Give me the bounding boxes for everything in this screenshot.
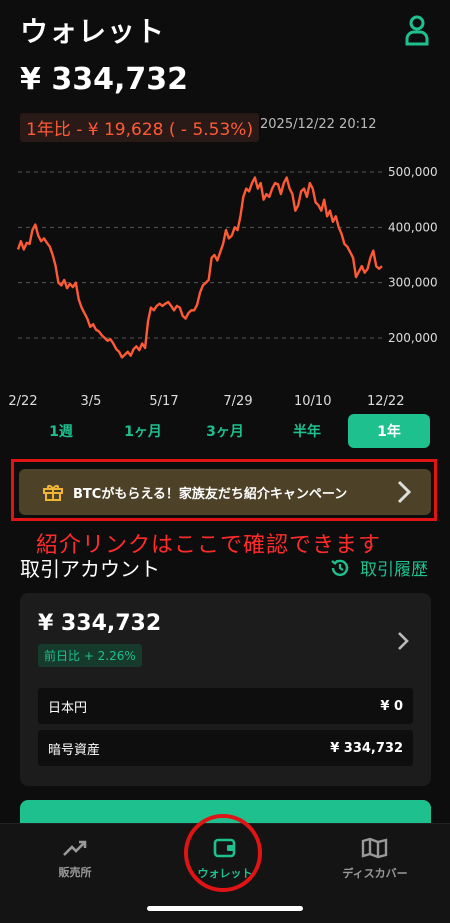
history-label: 取引履歴 — [360, 560, 428, 580]
history-icon — [331, 559, 349, 576]
chevron-right-icon — [398, 632, 409, 650]
tab-exchange[interactable]: 販売所 — [0, 824, 150, 894]
x-tick-label: 7/29 — [223, 394, 253, 409]
tab-label: ディスカバー — [342, 867, 408, 880]
account-balance: ¥ 334,732 — [38, 611, 162, 636]
x-tick-label: 10/10 — [294, 394, 332, 409]
price-chart[interactable]: 500,000 400,000 300,000 200,000 — [0, 155, 450, 395]
period-button[interactable]: 半年 — [266, 414, 348, 448]
page-title: ウォレット — [20, 15, 166, 48]
y-tick-label: 400,000 — [388, 220, 438, 234]
chevron-right-icon — [397, 480, 411, 504]
user-icon[interactable] — [404, 14, 430, 46]
referral-banner-text: BTCがもらえる！家族友だち紹介キャンペーン — [73, 486, 348, 502]
highlight-circle — [184, 814, 262, 892]
period-button[interactable]: 1ヶ月 — [102, 414, 184, 448]
map-icon — [361, 837, 388, 859]
y-tick-label: 300,000 — [388, 276, 438, 290]
period-button[interactable]: 3ヶ月 — [184, 414, 266, 448]
asset-label: 暗号資産 — [48, 742, 101, 758]
daily-change-badge: 前日比 + 2.26% — [38, 644, 142, 667]
trending-up-icon — [63, 840, 87, 856]
period-button[interactable]: 1週 — [20, 414, 102, 448]
x-tick-label: 2/22 — [8, 394, 38, 409]
tab-discover[interactable]: ディスカバー — [300, 824, 450, 894]
home-indicator — [147, 906, 303, 911]
change-badge: 1年比 - ¥ 19,628 ( - 5.53%) — [20, 113, 260, 142]
asset-value: ¥ 334,732 — [330, 740, 403, 756]
timestamp: 2025/12/22 20:12 — [260, 117, 377, 132]
x-tick-label: 5/17 — [149, 394, 179, 409]
asset-row-crypto: 暗号資産 ¥ 334,732 — [38, 730, 413, 766]
period-selector: 1週 1ヶ月 3ヶ月 半年 1年 — [20, 414, 430, 448]
asset-label: 日本円 — [48, 700, 88, 716]
total-balance: ¥ 334,732 — [20, 62, 188, 97]
history-link[interactable]: 取引履歴 — [330, 555, 428, 580]
period-button[interactable]: 1年 — [348, 414, 430, 448]
gift-icon — [43, 485, 63, 501]
account-card[interactable]: ¥ 334,732 前日比 + 2.26% 日本円 ¥ 0 暗号資産 ¥ 334… — [20, 593, 431, 786]
y-tick-label: 500,000 — [388, 165, 438, 179]
asset-row-jpy: 日本円 ¥ 0 — [38, 688, 413, 724]
x-tick-label: 12/22 — [367, 394, 405, 409]
referral-banner[interactable]: BTCがもらえる！家族友だち紹介キャンペーン — [19, 469, 431, 515]
asset-value: ¥ 0 — [380, 698, 403, 714]
x-tick-label: 3/5 — [80, 394, 102, 409]
y-tick-label: 200,000 — [388, 331, 438, 345]
price-line — [16, 176, 383, 359]
account-section-title: 取引アカウント — [20, 557, 160, 581]
tab-label: 販売所 — [58, 866, 92, 879]
